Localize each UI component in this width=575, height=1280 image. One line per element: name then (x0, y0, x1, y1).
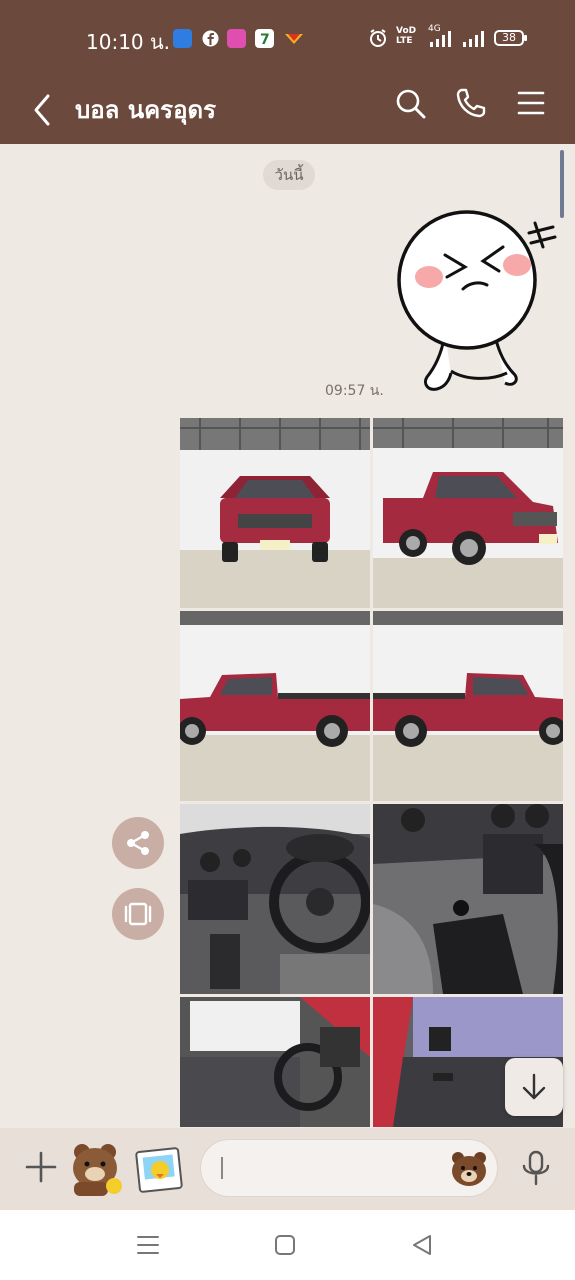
signal-icon-2 (461, 30, 487, 52)
alarm-icon (368, 28, 388, 52)
messenger-app-icon (173, 29, 192, 48)
status-bar: 10:10 น. 7 VoD LTE 4G 38 (0, 0, 575, 78)
photo-red-pickup-front-angle[interactable] (373, 418, 563, 608)
search-icon[interactable] (393, 86, 427, 124)
message-timestamp: 09:57 น. (325, 383, 384, 399)
message-input[interactable] (221, 1152, 445, 1186)
photo-red-pickup-side-right[interactable] (373, 611, 563, 801)
photo-dashboard-interior[interactable] (180, 804, 370, 994)
status-time: 10:10 น. (86, 30, 171, 54)
battery-indicator: 38 (494, 30, 527, 46)
photo-red-pickup-front[interactable] (180, 418, 370, 608)
photo-gear-shift-interior[interactable] (373, 804, 563, 994)
arrow-down-icon (522, 1073, 546, 1100)
signal-icon (428, 30, 454, 52)
system-nav-bar (0, 1210, 575, 1280)
back-arrow-icon[interactable] (28, 90, 56, 134)
share-button[interactable] (112, 817, 164, 869)
sticker-bear-icon[interactable] (68, 1140, 126, 1202)
text-cursor (221, 1157, 223, 1179)
chat-header: บอล นครอุดร (0, 78, 575, 144)
share-icon (127, 831, 149, 855)
shopee-app-icon (283, 29, 303, 48)
date-divider: วันนี้ (263, 160, 315, 190)
photo-door-interior-left[interactable] (180, 997, 370, 1127)
message-input-container[interactable] (200, 1139, 498, 1197)
facebook-app-icon (201, 29, 220, 48)
contact-name[interactable]: บอล นครอุดร (75, 90, 216, 129)
scroll-down-button[interactable] (505, 1058, 563, 1116)
phone-icon[interactable] (454, 86, 488, 124)
menu-icon[interactable] (516, 88, 546, 122)
back-nav-icon[interactable] (410, 1233, 434, 1261)
album-button[interactable] (112, 888, 164, 940)
sticker[interactable] (395, 205, 560, 400)
scrollbar[interactable] (560, 150, 564, 218)
recent-apps-icon[interactable] (136, 1234, 160, 1260)
game-app-icon (227, 29, 246, 48)
photo-red-pickup-side-left[interactable] (180, 611, 370, 801)
seven-eleven-app-icon: 7 (255, 29, 274, 48)
home-icon[interactable] (274, 1234, 296, 1260)
svg-text:7: 7 (260, 32, 270, 48)
plus-icon[interactable] (24, 1150, 58, 1188)
microphone-icon[interactable] (520, 1150, 552, 1190)
volte-label: VoD LTE (396, 26, 417, 46)
sticker-photo-icon[interactable] (134, 1144, 184, 1198)
emoji-bear-icon[interactable] (449, 1149, 489, 1193)
album-icon (124, 902, 152, 926)
